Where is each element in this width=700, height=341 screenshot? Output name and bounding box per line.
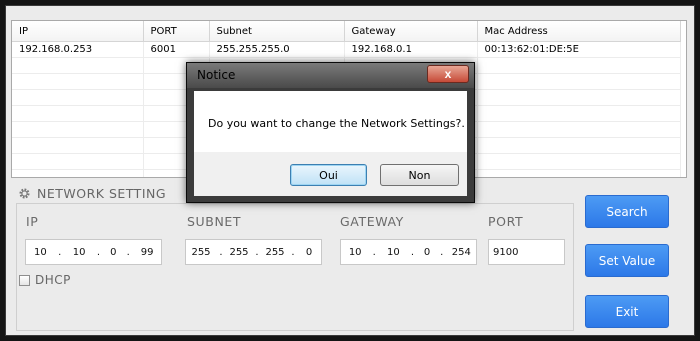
ip-octet-3[interactable]: 0 [103, 247, 123, 258]
subnet-octet-1[interactable]: 255 [186, 247, 216, 258]
cell-ip: 192.168.0.253 [12, 41, 144, 58]
network-setting-label: NETWORK SETTING [37, 186, 167, 201]
network-setting-title: NETWORK SETTING [18, 186, 166, 201]
port-label: PORT [488, 214, 524, 229]
column-header-mac[interactable]: Mac Address [477, 21, 681, 42]
dialog-message: Do you want to change the Network Settin… [208, 117, 465, 130]
notice-dialog: Notice x Do you want to change the Netwo… [186, 62, 475, 203]
cell-mac: 00:13:62:01:DE:5E [477, 41, 681, 58]
ip-address-field[interactable]: 10. 10. 0. 99 [25, 239, 162, 265]
cell-gateway: 192.168.0.1 [344, 41, 478, 58]
gateway-label: GATEWAY [340, 214, 404, 229]
subnet-octet-3[interactable]: 255 [262, 247, 288, 258]
column-header-ip[interactable]: IP [12, 21, 144, 42]
column-header-subnet[interactable]: Subnet [209, 21, 345, 42]
gateway-octet-3[interactable]: 0 [417, 247, 437, 258]
subnet-label: SUBNET [187, 214, 242, 229]
dhcp-checkbox[interactable] [19, 274, 30, 286]
exit-button[interactable]: Exit [585, 295, 669, 328]
app-window: IP PORT Subnet Gateway Mac Address 192.1… [0, 0, 700, 341]
ip-octet-4[interactable]: 99 [133, 247, 161, 258]
dialog-close-button[interactable]: x [427, 65, 469, 83]
column-header-gateway[interactable]: Gateway [344, 21, 478, 42]
dialog-non-button[interactable]: Non [380, 164, 459, 186]
ip-octet-2[interactable]: 10 [65, 247, 94, 258]
dhcp-label: DHCP [35, 273, 71, 287]
port-value: 9100 [493, 246, 519, 258]
dialog-body: Do you want to change the Network Settin… [194, 91, 467, 152]
dhcp-option[interactable]: DHCP [19, 273, 71, 287]
gear-icon [19, 188, 30, 199]
ip-label: IP [26, 214, 39, 229]
cell-subnet: 255.255.255.0 [209, 41, 345, 58]
gateway-octet-1[interactable]: 10 [341, 247, 369, 258]
ip-octet-1[interactable]: 10 [26, 247, 55, 258]
gateway-octet-2[interactable]: 10 [379, 247, 407, 258]
column-header-port[interactable]: PORT [143, 21, 210, 42]
search-button[interactable]: Search [585, 195, 669, 228]
set-value-button[interactable]: Set Value [585, 244, 669, 277]
dialog-title: Notice [197, 68, 236, 82]
subnet-field[interactable]: 255. 255. 255. 0 [185, 239, 322, 265]
cell-port: 6001 [143, 41, 210, 58]
gateway-octet-4[interactable]: 254 [447, 247, 476, 258]
close-icon: x [444, 67, 452, 81]
dialog-footer: Oui Non [194, 152, 467, 196]
subnet-octet-4[interactable]: 0 [298, 247, 320, 258]
port-field[interactable]: 9100 [488, 239, 565, 265]
table-header-row: IP PORT Subnet Gateway Mac Address [12, 21, 681, 42]
dialog-titlebar[interactable]: Notice x [187, 63, 474, 88]
dialog-oui-button[interactable]: Oui [290, 164, 367, 186]
table-row[interactable]: 192.168.0.253 6001 255.255.255.0 192.168… [12, 41, 681, 58]
gateway-field[interactable]: 10. 10. 0. 254 [340, 239, 477, 265]
subnet-octet-2[interactable]: 255 [226, 247, 252, 258]
